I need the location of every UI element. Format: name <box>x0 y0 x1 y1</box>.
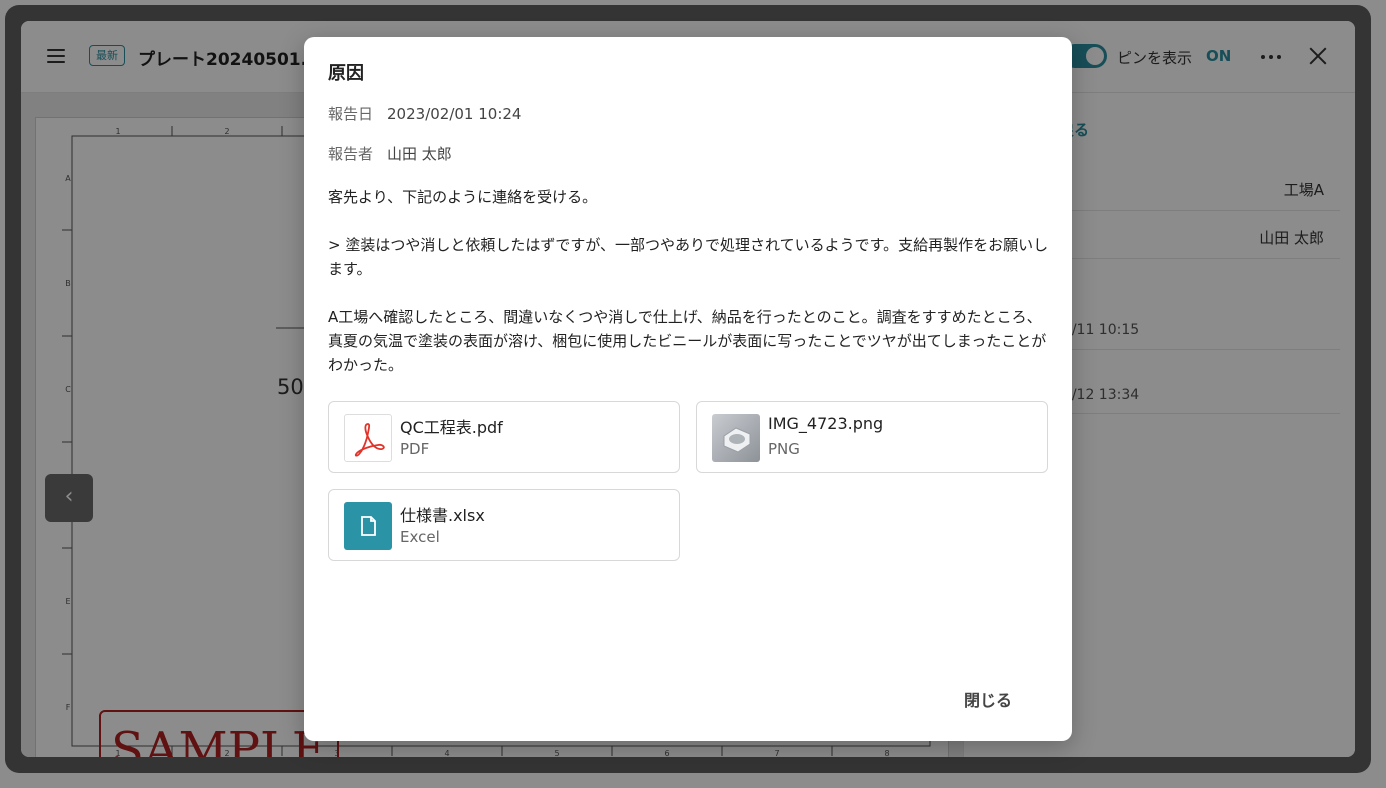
attachment-type: PDF <box>400 440 430 458</box>
attachment-name: IMG_4723.png <box>768 414 884 433</box>
attachment-card[interactable]: 仕様書.xlsx Excel <box>328 489 680 561</box>
attachment-type: PNG <box>768 440 800 458</box>
drawing-col-label: 2 <box>224 127 229 136</box>
drawing-row-label: F <box>66 703 71 712</box>
reporter-row: 報告者 山田 太郎 <box>328 143 452 164</box>
drawing-row-label: A <box>65 174 71 183</box>
previous-button[interactable]: ‹ <box>45 474 93 522</box>
report-date-row: 報告日 2023/02/01 10:24 <box>328 103 521 124</box>
report-date-label: 報告日 <box>328 105 374 123</box>
drawing-col-label: 4 <box>444 749 449 757</box>
factory-value: 工場A <box>1283 181 1324 199</box>
drawing-col-label: 1 <box>115 127 120 136</box>
attachment-name: QC工程表.pdf <box>400 418 503 437</box>
report-date-value: 2023/02/01 10:24 <box>387 105 522 123</box>
reporter-value: 山田 太郎 <box>387 145 452 163</box>
body-paragraph: A工場へ確認したところ、間違いなくつや消しで仕上げ、納品を行ったとのこと。調査を… <box>328 308 1047 374</box>
latest-badge: 最新 <box>89 45 125 66</box>
attachment-card[interactable]: IMG_4723.png PNG <box>696 401 1048 473</box>
drawing-col-label: 8 <box>884 749 889 757</box>
file-title: プレート20240501.p <box>138 50 320 70</box>
drawing-col-label: 7 <box>774 749 779 757</box>
body-paragraph: 客先より、下記のように連絡を受ける。 <box>328 188 598 206</box>
attachment-name: 仕様書.xlsx <box>400 506 485 525</box>
dialog-body: 客先より、下記のように連絡を受ける。 > 塗装はつや消しと依頼したはずですが、一… <box>328 185 1050 401</box>
drawing-col-label: 6 <box>664 749 669 757</box>
attachment-type: Excel <box>400 528 440 546</box>
drawing-row-label: B <box>65 279 71 288</box>
close-icon[interactable] <box>1309 47 1327 65</box>
sample-stamp: SAMPLE <box>99 710 339 757</box>
cause-dialog: 原因 報告日 2023/02/01 10:24 報告者 山田 太郎 客先より、下記の… <box>304 37 1072 741</box>
menu-icon[interactable] <box>47 49 65 63</box>
dimension-label: 50 <box>277 375 304 399</box>
attachment-card[interactable]: QC工程表.pdf PDF <box>328 401 680 473</box>
pin-toggle-state: ON <box>1206 47 1232 65</box>
body-paragraph: > 塗装はつや消しと依頼したはずですが、一部つやありで処理されているようです。支… <box>328 236 1049 278</box>
drawing-col-label: 5 <box>554 749 559 757</box>
reporter-label: 報告者 <box>328 145 374 163</box>
drawing-row-label: E <box>65 597 70 606</box>
image-thumbnail <box>712 414 760 462</box>
drawing-row-label: C <box>65 385 71 394</box>
close-button[interactable]: 閉じる <box>964 687 1012 711</box>
pin-toggle-label: ピンを表示 <box>1117 49 1193 67</box>
dialog-title: 原因 <box>328 63 364 84</box>
file-icon <box>344 502 392 550</box>
reporter-value: 山田 太郎 <box>1259 229 1324 247</box>
more-icon[interactable] <box>1261 55 1281 59</box>
pdf-icon <box>344 414 392 462</box>
